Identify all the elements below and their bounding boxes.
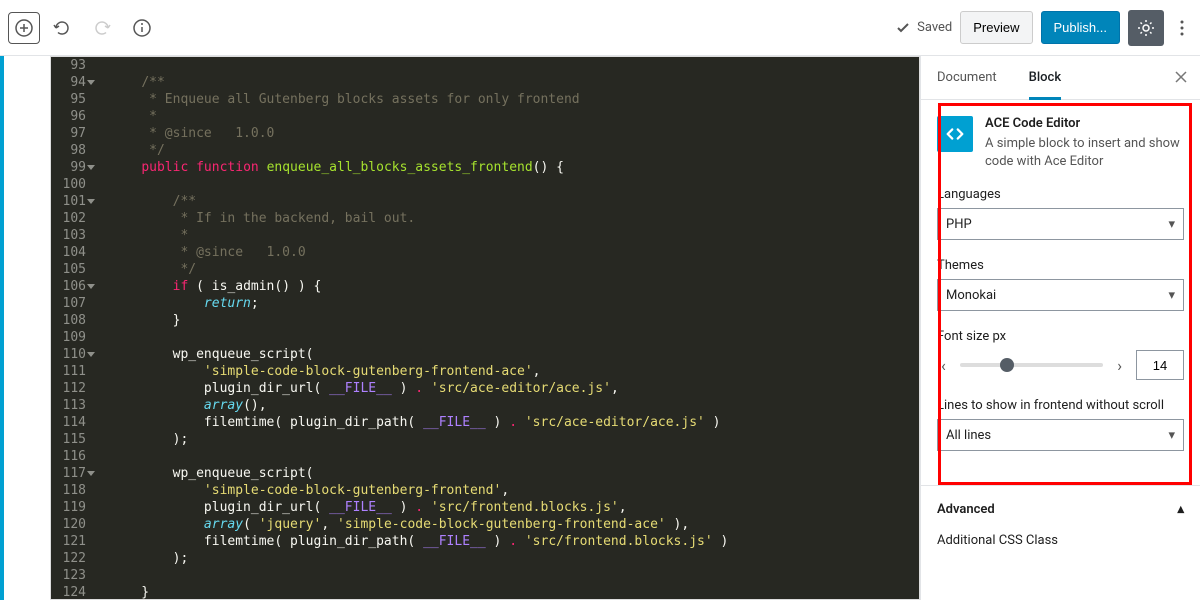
saved-indicator: Saved	[895, 20, 952, 36]
close-sidebar-button[interactable]	[1162, 56, 1200, 99]
redo-button[interactable]	[84, 10, 120, 46]
tab-document[interactable]: Document	[921, 56, 1013, 99]
more-options-button[interactable]	[1172, 10, 1192, 46]
info-button[interactable]	[124, 10, 160, 46]
preview-button[interactable]: Preview	[960, 11, 1032, 44]
check-icon	[895, 20, 911, 36]
css-class-label: Additional CSS Class	[937, 533, 1184, 548]
slider-handle[interactable]	[1000, 358, 1014, 372]
block-selection-indicator	[0, 56, 4, 600]
themes-select[interactable]: Monokai	[937, 279, 1184, 311]
tab-block[interactable]: Block	[1013, 56, 1077, 99]
block-title: ACE Code Editor	[985, 116, 1184, 131]
ace-code-block[interactable]: 9394959697989910010110210310410510610710…	[50, 56, 920, 600]
sidebar-tabs: Document Block	[921, 56, 1200, 100]
fontsize-increase[interactable]: ›	[1113, 356, 1126, 375]
add-block-button[interactable]	[8, 12, 40, 44]
fontsize-decrease[interactable]: ‹	[937, 356, 950, 375]
fontsize-slider[interactable]	[960, 363, 1103, 367]
fontsize-input[interactable]	[1136, 350, 1184, 380]
editor-topbar: Saved Preview Publish...	[0, 0, 1200, 56]
undo-button[interactable]	[44, 10, 80, 46]
themes-label: Themes	[937, 258, 1184, 273]
chevron-up-icon: ▴	[1177, 502, 1184, 517]
advanced-panel-toggle[interactable]: Advanced ▴	[921, 485, 1200, 533]
code-icon	[944, 123, 966, 145]
fontsize-label: Font size px	[937, 329, 1184, 344]
publish-button[interactable]: Publish...	[1041, 11, 1120, 44]
settings-sidebar: Document Block ACE Code Editor A simple …	[920, 56, 1200, 600]
languages-select[interactable]: PHP	[937, 208, 1184, 240]
dots-icon	[1180, 20, 1184, 36]
code-content[interactable]: /** * Enqueue all Gutenberg blocks asset…	[96, 57, 919, 599]
code-gutter: 9394959697989910010110210310410510610710…	[51, 57, 96, 599]
editor-canvas: 9394959697989910010110210310410510610710…	[0, 56, 920, 600]
close-icon	[1174, 70, 1188, 84]
lines-select[interactable]: All lines	[937, 419, 1184, 451]
block-icon	[937, 116, 973, 152]
lines-label: Lines to show in frontend without scroll	[937, 398, 1184, 413]
block-header: ACE Code Editor A simple block to insert…	[921, 100, 1200, 187]
block-description: A simple block to insert and show code w…	[985, 135, 1184, 171]
gear-icon	[1136, 18, 1156, 38]
languages-label: Languages	[937, 187, 1184, 202]
settings-button[interactable]	[1128, 10, 1164, 46]
